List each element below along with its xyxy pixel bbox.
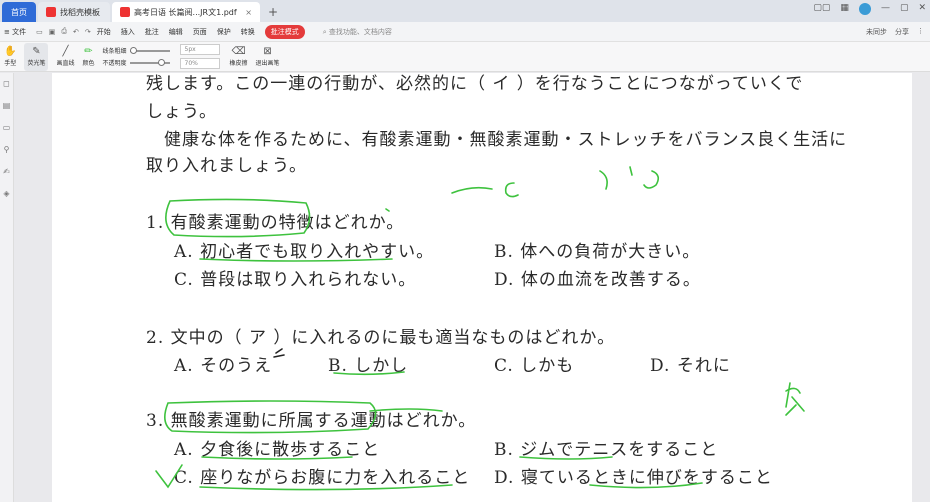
annotation-ke: [785, 382, 805, 416]
tab-bar: 首页 找稻壳模板 高考日语 长篇阅...JR文1.pdf × +: [0, 0, 930, 22]
size-select[interactable]: 5px: [179, 44, 220, 55]
body-line-2: しょう。: [146, 102, 217, 122]
q1-option-a: A. 初心者でも取り入れやすい。: [174, 242, 435, 262]
line-tool-label: 画直线: [56, 60, 75, 67]
menu-page[interactable]: 页面: [193, 27, 207, 37]
q1-option-b: B. 体への負荷が大きい。: [494, 242, 701, 262]
exit-pen-button[interactable]: ⊠ 退出画笔: [256, 43, 280, 71]
tab-close-icon[interactable]: ×: [245, 8, 252, 17]
menu-protect[interactable]: 保护: [217, 27, 231, 37]
menu-annotation-mode[interactable]: 批注模式: [264, 24, 305, 39]
q2-mark: [273, 348, 285, 358]
menu-start[interactable]: 开始: [97, 27, 111, 37]
tab-home[interactable]: 首页: [2, 2, 36, 22]
left-sidebar: ◻ ▤ ▭ ⚲ ✍ ◈: [0, 73, 14, 502]
exit-pen-label: 退出画笔: [255, 60, 280, 67]
menu-file[interactable]: ≡ 文件: [4, 27, 26, 37]
q3-option-b: B. ジムでテニスをすること: [494, 440, 719, 460]
pen-color-icon: ✏: [84, 46, 93, 57]
menu-bar: ≡ 文件 ▭ ▣ ⎙ ↶ ↷ 开始 插入 批注 编辑 页面 保护 转换 批注模式…: [0, 22, 930, 42]
q3-option-c: C. 座りながらお腹に力を入れること: [174, 468, 471, 488]
hand-tool[interactable]: ✋ 手型: [4, 43, 16, 71]
size-slider[interactable]: 线条粗细: [103, 46, 170, 55]
q3-option-a: A. 夕食後に散歩すること: [174, 440, 381, 460]
thumbnail-icon[interactable]: ▤: [0, 95, 13, 117]
attachment-icon[interactable]: ⚲: [0, 139, 13, 161]
highlighter-tool[interactable]: ✎ 荧光笔: [24, 42, 49, 71]
print-icon[interactable]: ⎙: [61, 27, 67, 36]
body-line-1: 残します。この一連の行動が、必然的に（ イ ）を行なうことにつながっていくで: [146, 74, 804, 94]
q1-option-c: C. 普段は取り入れられない。: [174, 270, 417, 290]
layer-icon[interactable]: ◈: [0, 183, 13, 205]
opacity-select[interactable]: 70%: [179, 58, 220, 69]
q2-option-c: C. しかも: [494, 356, 575, 376]
grid-icon[interactable]: ▦: [840, 3, 849, 15]
minimize-icon[interactable]: —: [881, 3, 890, 15]
open-icon[interactable]: ▭: [36, 28, 43, 36]
line-tool[interactable]: ╱ 画直线: [56, 43, 74, 71]
pen-value-selects: 5px 70%: [179, 44, 220, 69]
hand-tool-label: 手型: [4, 60, 17, 67]
layout-icon[interactable]: ▢▢: [813, 3, 830, 15]
more-icon[interactable]: ⋮: [917, 27, 924, 37]
line-icon: ╱: [62, 46, 69, 57]
eraser-tool[interactable]: ⌫ 橡皮擦: [230, 43, 248, 71]
wps-icon: [46, 7, 56, 17]
comment-icon[interactable]: ▭: [0, 117, 13, 139]
new-tab-button[interactable]: +: [262, 2, 284, 22]
menu-edit[interactable]: 编辑: [169, 27, 183, 37]
bookmark-icon[interactable]: ◻: [0, 73, 13, 95]
annotation-toolbar: ✋ 手型 ✎ 荧光笔 ╱ 画直线 ✏ 颜色 线条粗细 不透明度 5px 70% …: [0, 42, 930, 72]
color-picker[interactable]: ✏ 颜色: [82, 43, 94, 71]
save-icon[interactable]: ▣: [49, 28, 56, 36]
share-button[interactable]: 分享: [895, 27, 909, 37]
q2-option-a: A. そのうえ: [174, 356, 273, 376]
pen-settings: 线条粗细 不透明度: [103, 46, 170, 67]
annotation-scribble-top: [451, 186, 493, 194]
q2-option-d: D. それに: [650, 356, 731, 376]
redo-icon[interactable]: ↷: [85, 28, 91, 36]
undo-icon[interactable]: ↶: [73, 28, 79, 36]
close-window-icon[interactable]: ✕: [918, 3, 926, 15]
body-line-4: 取り入れましょう。: [146, 156, 307, 176]
color-label: 颜色: [82, 60, 95, 67]
tab-template[interactable]: 找稻壳模板: [38, 2, 110, 22]
opacity-slider-knob[interactable]: [157, 58, 165, 66]
avatar[interactable]: [858, 3, 871, 15]
opacity-label: 不透明度: [102, 60, 127, 67]
annotation-scribble-c: [504, 182, 519, 198]
menu-insert[interactable]: 插入: [121, 27, 135, 37]
annotation-scribble-right: [599, 166, 660, 190]
maximize-icon[interactable]: ▢: [900, 3, 909, 15]
highlighter-label: 荧光笔: [27, 60, 46, 67]
q1-option-d: D. 体の血流を改善する。: [494, 270, 701, 290]
tab-template-label: 找稻壳模板: [60, 7, 100, 17]
eraser-label: 橡皮擦: [229, 60, 248, 67]
q2-option-b: B. しかし: [328, 356, 409, 376]
highlighter-icon: ✎: [32, 46, 41, 57]
tab-pdf-document[interactable]: 高考日语 长篇阅...JR文1.pdf ×: [112, 2, 260, 22]
size-label: 线条粗细: [102, 48, 127, 55]
size-slider-knob[interactable]: [129, 46, 137, 54]
question-2: 2. 文中の（ ア ）に入れるのに最も適当なものはどれか。: [146, 328, 616, 348]
tab-pdf-label: 高考日语 长篇阅...JR文1.pdf: [134, 7, 237, 17]
body-line-3: 健康な体を作るために、有酸素運動・無酸素運動・ストレッチをバランス良く生活に: [164, 130, 848, 150]
q3-option-d: D. 寝ているときに伸びをすること: [494, 468, 773, 488]
exit-icon: ⊠: [263, 46, 272, 57]
menu-convert[interactable]: 转换: [241, 27, 255, 37]
pdf-page: 残します。この一連の行動が、必然的に（ イ ）を行なうことにつながっていくで し…: [52, 73, 912, 502]
hand-icon: ✋: [4, 46, 17, 57]
question-3: 3. 無酸素運動に所属する運動はどれか。: [146, 411, 477, 431]
eraser-icon: ⌫: [231, 46, 246, 57]
signature-icon[interactable]: ✍: [0, 161, 13, 183]
pdf-icon: [120, 7, 130, 17]
question-1: 1. 有酸素運動の特徴はどれか。: [146, 213, 405, 233]
search-placeholder: 查找功能、文档内容: [328, 27, 392, 36]
menu-right-group: 未同步 分享 ⋮: [866, 27, 924, 37]
window-controls: ▢▢ ▦ — ▢ ✕: [813, 3, 926, 15]
menu-comment[interactable]: 批注: [145, 27, 159, 37]
opacity-slider[interactable]: 不透明度: [103, 58, 170, 67]
search-box[interactable]: ⌕ 查找功能、文档内容: [323, 27, 392, 37]
sync-status[interactable]: 未同步: [866, 27, 887, 37]
